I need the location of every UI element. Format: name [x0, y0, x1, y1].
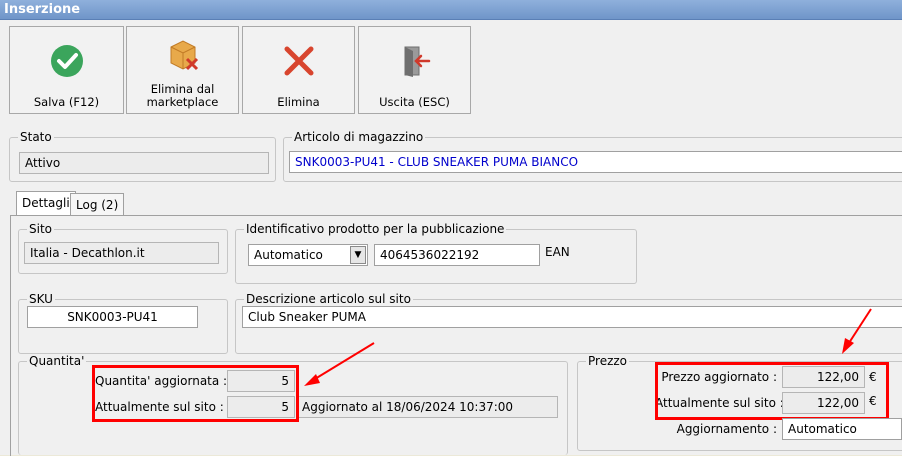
save-button-label: Salva (F12): [33, 95, 100, 109]
stato-field: Attivo: [19, 152, 269, 174]
check-icon: [50, 45, 83, 77]
save-button[interactable]: Salva (F12): [9, 26, 124, 114]
sku-field[interactable]: SNK0003-PU41: [27, 306, 198, 328]
stato-legend: Stato: [18, 130, 54, 144]
remove-from-marketplace-button[interactable]: Elimina dal marketplace: [126, 26, 239, 114]
chevron-down-icon[interactable]: ▼: [350, 246, 366, 264]
identificativo-mode-value: Automatico: [254, 248, 323, 262]
window-title: Inserzione: [0, 0, 902, 20]
descrizione-field[interactable]: Club Sneaker PUMA: [242, 306, 902, 328]
prezzo-highlight-box: [655, 362, 889, 420]
quantita-arrow-icon: [304, 342, 375, 386]
tab-dettagli[interactable]: Dettagli: [16, 191, 76, 216]
form-content: Salva (F12) Elimina dal marketplace Elim…: [0, 20, 902, 456]
prezzo-legend: Prezzo: [586, 354, 630, 368]
sito-field: Italia - Decathlon.it: [24, 242, 219, 264]
prezzo-update-mode-label: Aggiornamento :: [676, 422, 777, 436]
sito-legend: Sito: [27, 222, 54, 236]
identificativo-type-label: EAN: [545, 245, 570, 259]
descrizione-legend: Descrizione articolo sul sito: [244, 292, 413, 306]
quantita-legend: Quantita': [27, 354, 87, 368]
delete-button[interactable]: Elimina: [242, 26, 355, 114]
delete-button-label: Elimina: [277, 95, 320, 109]
exit-button-label: Uscita (ESC): [379, 95, 450, 109]
quantita-status-field: Aggiornato al 18/06/2024 10:37:00: [296, 396, 558, 418]
close-icon: [284, 46, 313, 76]
box-delete-icon: [170, 40, 198, 71]
remove-from-marketplace-label: Elimina dal marketplace: [146, 82, 219, 109]
quantita-highlight-box: [92, 365, 299, 422]
exit-button[interactable]: Uscita (ESC): [358, 26, 471, 114]
prezzo-update-mode-field[interactable]: Automatico: [782, 418, 902, 440]
identificativo-code-field[interactable]: 4064536022192: [374, 244, 540, 266]
identificativo-legend: Identificativo prodotto per la pubblicaz…: [244, 222, 507, 236]
articolo-field[interactable]: SNK0003-PU41 - CLUB SNEAKER PUMA BIANCO: [289, 151, 902, 173]
exit-door-icon: [404, 46, 430, 77]
articolo-legend: Articolo di magazzino: [292, 130, 426, 144]
prezzo-arrow-icon: [842, 308, 872, 354]
identificativo-mode-select[interactable]: Automatico ▼: [248, 244, 368, 266]
tab-log[interactable]: Log (2): [70, 193, 125, 215]
sku-legend: SKU: [27, 292, 55, 306]
